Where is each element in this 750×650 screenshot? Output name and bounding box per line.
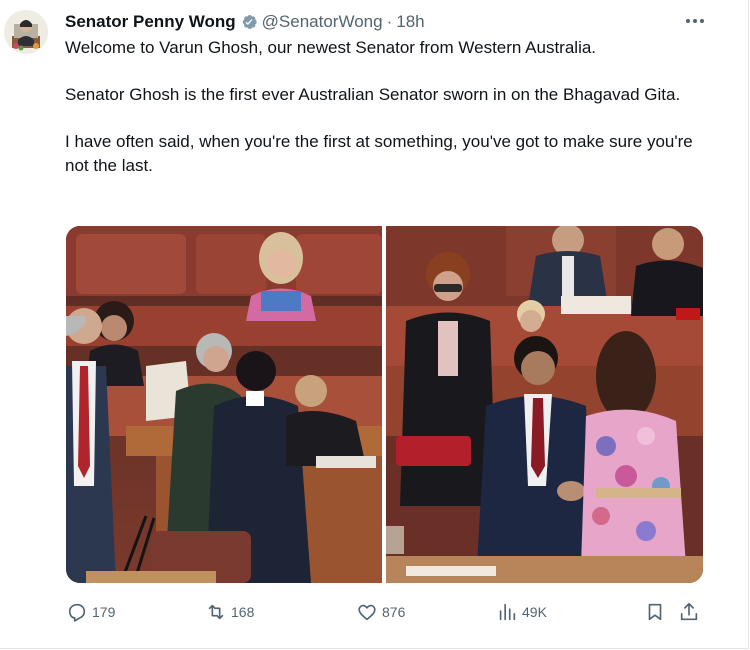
retweet-count: 168 [231,604,255,620]
share-button[interactable] [678,601,700,623]
tweet-timestamp[interactable]: 18h [396,12,424,32]
media-photo-2[interactable] [386,226,703,583]
tweet-actions: 179 168 876 49K [66,598,703,628]
verified-badge-icon [242,15,257,29]
tweet-paragraph-2: Senator Ghosh is the first ever Australi… [65,85,681,104]
avatar[interactable] [4,10,48,54]
tweet-media [66,226,703,583]
bookmark-icon [648,603,662,621]
media-photo-1[interactable] [66,226,382,583]
like-button[interactable]: 876 [356,601,405,623]
views-count: 49K [522,604,547,620]
retweet-button[interactable]: 168 [205,601,254,623]
tweet-text: Welcome to Varun Ghosh, our newest Senat… [65,36,705,201]
heart-icon [358,604,376,621]
reply-button[interactable]: 179 [66,601,115,623]
photo-2-image [386,226,703,583]
bookmark-button[interactable] [644,601,666,623]
tweet-paragraph-3: I have often said, when you're the first… [65,132,693,175]
views-button[interactable]: 49K [496,601,547,623]
views-bar-chart-icon [499,603,516,621]
retweet-icon [208,604,224,620]
author-name[interactable]: Senator Penny Wong [65,12,236,32]
reply-icon [68,603,86,622]
separator-dot: · [386,12,393,31]
tweet-paragraph-1: Welcome to Varun Ghosh, our newest Senat… [65,38,597,57]
avatar-image [4,10,48,54]
photo-1-image [66,226,382,583]
author-handle[interactable]: @SenatorWong [262,12,383,32]
more-dots-icon[interactable] [684,12,706,30]
reply-count: 179 [92,604,116,620]
like-count: 876 [382,604,406,620]
tweet-header: Senator Penny Wong @SenatorWong · 18h [65,11,700,33]
share-icon [680,602,698,621]
